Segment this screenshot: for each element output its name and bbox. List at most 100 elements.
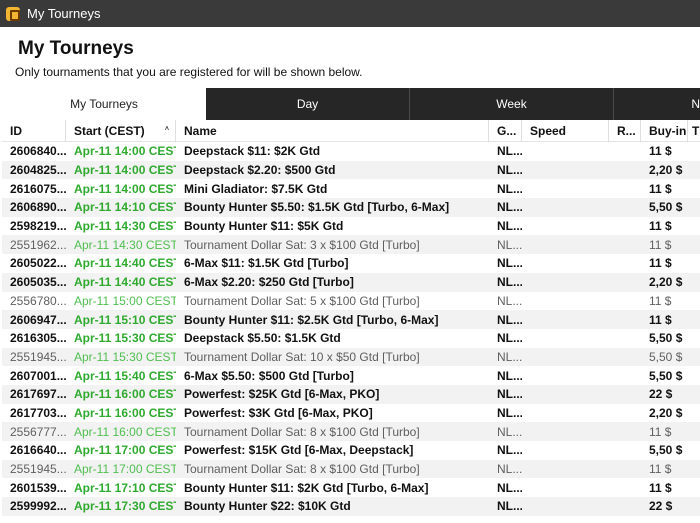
cell-speed — [522, 497, 609, 516]
column-header-r[interactable]: R... — [609, 119, 641, 142]
cell-id: 2551945... — [10, 462, 66, 477]
table-header: ID Start (CEST) ˄ Name G... Speed R... B… — [2, 119, 700, 142]
cell-game: NL... — [497, 181, 522, 196]
cell-name: Tournament Dollar Sat: 8 x $100 Gtd [Tur… — [184, 424, 420, 439]
table-row[interactable]: 2616305... Apr-11 15:30 CEST Deepstack $5.… — [2, 329, 700, 348]
column-header-start-label: Start (CEST) — [74, 123, 145, 138]
cell-speed — [522, 254, 609, 273]
table-row[interactable]: 2605035... Apr-11 14:40 CEST 6-Max $2.20: … — [2, 272, 700, 292]
table-row[interactable]: 2556780... Apr-11 15:00 CEST Tournament Do… — [2, 292, 700, 311]
cell-start: Apr-11 17:10 CEST — [74, 480, 176, 495]
table-row[interactable]: 2606840... Apr-11 14:00 CEST Deepstack $11… — [2, 142, 700, 161]
cell-name: Deepstack $2.20: $500 Gtd — [184, 163, 336, 178]
table-row[interactable]: 2617703... Apr-11 16:00 CEST Powerfest: $3… — [2, 404, 700, 423]
table-row[interactable]: 2616075... Apr-11 14:00 CEST Mini Gladiato… — [2, 179, 700, 198]
cell-start: Apr-11 14:00 CEST — [74, 163, 176, 178]
table-row[interactable]: 2599992... Apr-11 17:30 CEST Bounty Hunter… — [2, 497, 700, 516]
cell-buyin: 11 $ — [649, 144, 672, 159]
table-row[interactable]: 2556777... Apr-11 16:00 CEST Tournament Do… — [2, 422, 700, 441]
table-row[interactable]: 2551945... Apr-11 15:30 CEST Tournament Do… — [2, 347, 700, 367]
cell-speed — [522, 235, 609, 254]
cell-id: 2606890... — [10, 200, 66, 215]
cell-game: NL... — [497, 405, 522, 420]
cell-r — [609, 441, 641, 460]
cell-id: 2606840... — [10, 144, 66, 159]
cell-r — [609, 460, 641, 479]
cell-r — [609, 404, 641, 423]
cell-name: Bounty Hunter $11: $2K Gtd [Turbo, 6-Max… — [184, 480, 429, 495]
cell-r — [609, 217, 641, 236]
cell-name: Tournament Dollar Sat: 5 x $100 Gtd [Tur… — [184, 293, 420, 308]
tab-my-tourneys[interactable]: My Tourneys — [2, 88, 206, 120]
cell-buyin: 11 $ — [649, 312, 672, 327]
cell-r — [609, 366, 641, 385]
cell-id: 2556780... — [10, 293, 66, 308]
cell-speed — [522, 198, 609, 217]
cell-speed — [522, 348, 609, 367]
cell-r — [609, 478, 641, 497]
column-header-game[interactable]: G... — [489, 119, 522, 142]
cell-speed — [522, 292, 609, 311]
cell-game: NL... — [497, 387, 522, 402]
cell-r — [609, 348, 641, 367]
table-row[interactable]: 2617697... Apr-11 16:00 CEST Powerfest: $2… — [2, 384, 700, 404]
cell-start: Apr-11 15:30 CEST — [74, 349, 176, 364]
cell-start: Apr-11 15:00 CEST — [74, 293, 176, 308]
cell-name: Powerfest: $15K Gtd [6-Max, Deepstack] — [184, 443, 414, 458]
cell-name: Powerfest: $3K Gtd [6-Max, PKO] — [184, 405, 373, 420]
page-title: My Tourneys — [18, 38, 134, 59]
cell-buyin: 5,50 $ — [649, 443, 683, 458]
sort-ascending-icon: ˄ — [164, 125, 169, 133]
table-row[interactable]: 2598219... Apr-11 14:30 CEST Bounty Hunter… — [2, 217, 700, 236]
cell-start: Apr-11 16:00 CEST — [74, 387, 176, 402]
tab-next[interactable]: N — [614, 88, 700, 120]
cell-buyin: 11 $ — [649, 424, 672, 439]
table-row[interactable]: 2604825... Apr-11 14:00 CEST Deepstack $2.… — [2, 160, 700, 180]
cell-start: Apr-11 14:00 CEST — [74, 144, 176, 159]
title-bar: My Tourneys — [0, 0, 700, 27]
cell-game: NL... — [497, 144, 522, 159]
table-row[interactable]: 2551962... Apr-11 14:30 CEST Tournament Do… — [2, 235, 700, 255]
cell-r — [609, 254, 641, 273]
table-row[interactable]: 2605022... Apr-11 14:40 CEST 6-Max $11: $1… — [2, 254, 700, 273]
table-row[interactable]: 2606947... Apr-11 15:10 CEST Bounty Hunter… — [2, 310, 700, 329]
tab-day[interactable]: Day — [206, 88, 410, 120]
cell-buyin: 11 $ — [649, 293, 672, 308]
column-header-t[interactable]: T — [688, 120, 700, 142]
column-header-id[interactable]: ID — [2, 119, 66, 142]
cell-name: Tournament Dollar Sat: 8 x $100 Gtd [Tur… — [184, 462, 420, 477]
cell-id: 2551945... — [10, 349, 66, 364]
cell-name: Bounty Hunter $5.50: $1.5K Gtd [Turbo, 6… — [184, 200, 450, 215]
table-row[interactable]: 2601539... Apr-11 17:10 CEST Bounty Hunter… — [2, 478, 700, 497]
cell-start: Apr-11 14:30 CEST — [74, 219, 176, 234]
cell-buyin: 11 $ — [649, 219, 672, 234]
column-header-buyin[interactable]: Buy-in — [641, 119, 688, 142]
cell-speed — [522, 404, 609, 423]
table-row[interactable]: 2616640... Apr-11 17:00 CEST Powerfest: $1… — [2, 441, 700, 460]
cell-buyin: 5,50 $ — [649, 331, 683, 346]
column-header-start[interactable]: Start (CEST) ˄ — [66, 119, 176, 142]
cell-id: 2606947... — [10, 312, 66, 327]
cell-name: Tournament Dollar Sat: 10 x $50 Gtd [Tur… — [184, 349, 420, 364]
cell-start: Apr-11 16:00 CEST — [74, 405, 176, 420]
table-row[interactable]: 2607001... Apr-11 15:40 CEST 6-Max $5.50: … — [2, 366, 700, 385]
column-header-name[interactable]: Name — [176, 119, 489, 142]
cell-start: Apr-11 14:40 CEST — [74, 256, 176, 271]
cell-r — [609, 422, 641, 441]
column-header-speed[interactable]: Speed — [522, 119, 609, 142]
tab-week[interactable]: Week — [410, 88, 614, 120]
cell-name: Deepstack $11: $2K Gtd — [184, 144, 321, 159]
cell-speed — [522, 161, 609, 180]
table-row[interactable]: 2606890... Apr-11 14:10 CEST Bounty Hunter… — [2, 198, 700, 217]
cell-game: NL... — [497, 275, 522, 290]
cell-id: 2604825... — [10, 163, 66, 178]
cell-game: NL... — [497, 163, 522, 178]
cell-r — [609, 310, 641, 329]
cell-name: 6-Max $5.50: $500 Gtd [Turbo] — [184, 368, 354, 383]
cell-start: Apr-11 14:30 CEST — [74, 237, 176, 252]
cell-game: NL... — [497, 368, 522, 383]
cell-game: NL... — [497, 200, 522, 215]
table-row[interactable]: 2551945... Apr-11 17:00 CEST Tournament Do… — [2, 459, 700, 479]
cell-r — [609, 235, 641, 254]
cell-buyin: 11 $ — [649, 181, 672, 196]
